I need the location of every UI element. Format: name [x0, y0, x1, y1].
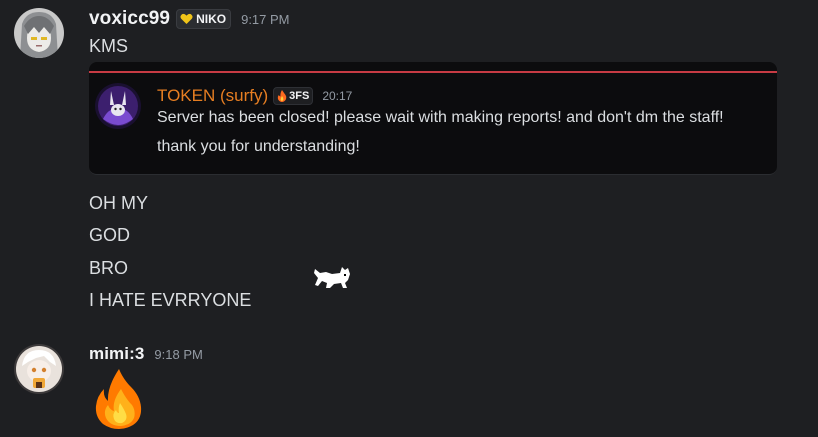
- embed-timestamp: 20:17: [322, 89, 353, 103]
- message-text: GOD: [89, 225, 131, 245]
- heart-icon: [180, 13, 193, 25]
- message-text: BRO: [89, 258, 129, 278]
- embed-accent-bar: [89, 71, 777, 73]
- avatar-image: [14, 344, 64, 394]
- username[interactable]: voxicc99: [89, 8, 170, 30]
- message-header: mimi:3 9:18 PM: [89, 344, 203, 364]
- embed-server-tag-label: 3FS: [289, 90, 310, 102]
- white-cat-sticker: [312, 261, 352, 296]
- fire-emoji[interactable]: [88, 367, 150, 434]
- message-text: I HATE EVRRYONE: [89, 290, 252, 310]
- embed-header: TOKEN (surfy) 3FS 20:17: [157, 86, 352, 106]
- server-tag[interactable]: NIKO: [176, 9, 232, 29]
- embed-author-name[interactable]: TOKEN (surfy): [157, 86, 268, 106]
- server-tag-label: NIKO: [196, 12, 227, 26]
- message-group-voxicc99: voxicc99 NIKO 9:17 PM KMS TOKEN (surfy) …: [0, 0, 818, 330]
- embed-text-line: Server has been closed! please wait with…: [157, 109, 724, 126]
- user-avatar[interactable]: [14, 8, 64, 58]
- embed-author-avatar[interactable]: [95, 83, 141, 129]
- avatar-image: [14, 8, 64, 58]
- user-avatar[interactable]: [14, 344, 64, 394]
- chat-messages: voxicc99 NIKO 9:17 PM KMS TOKEN (surfy) …: [0, 0, 818, 437]
- message-timestamp[interactable]: 9:18 PM: [154, 347, 202, 362]
- forwarded-message-embed[interactable]: TOKEN (surfy) 3FS 20:17 Server has been …: [89, 62, 777, 175]
- fire-icon: [277, 90, 287, 102]
- embed-text-line: thank you for understanding!: [157, 138, 360, 155]
- message-timestamp[interactable]: 9:17 PM: [241, 12, 289, 27]
- message-header: voxicc99 NIKO 9:17 PM: [89, 8, 290, 30]
- username[interactable]: mimi:3: [89, 344, 144, 364]
- message-text: KMS: [89, 36, 129, 56]
- embed-server-tag[interactable]: 3FS: [273, 87, 314, 105]
- message-text: OH MY: [89, 193, 149, 213]
